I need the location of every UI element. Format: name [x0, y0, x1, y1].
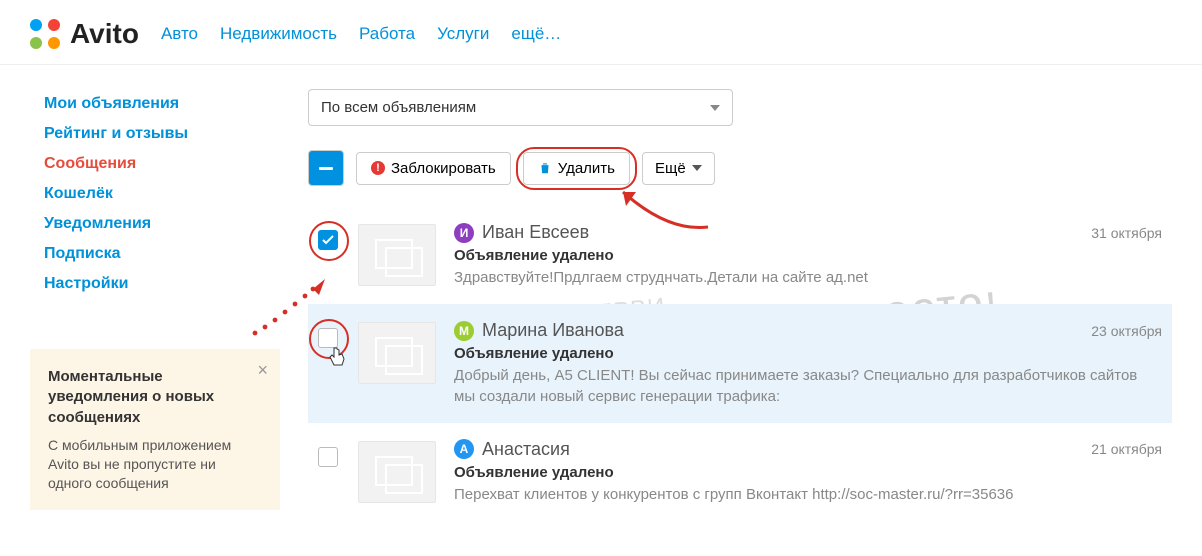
avatar: А: [454, 439, 474, 459]
message-checkbox-wrap: [318, 328, 340, 350]
message-checkbox-wrap: [318, 447, 340, 469]
message-thumbnail: [358, 322, 436, 384]
message-preview: Здравствуйте!Прдлгаем струднчать.Детали …: [454, 268, 1162, 288]
sidebar: Мои объявления Рейтинг и отзывы Сообщени…: [30, 89, 280, 521]
message-thumbnail: [358, 224, 436, 286]
message-row[interactable]: А Анастасия 21 октября Объявление удален…: [308, 423, 1172, 521]
container: СЕРВИ ИЕНТЫ - ЭТО ПРОСТО! service-a5clie…: [0, 65, 1202, 545]
minus-icon: [319, 167, 333, 170]
logo-text: Avito: [70, 18, 139, 50]
more-button[interactable]: Ещё: [642, 152, 715, 185]
top-nav: Авто Недвижимость Работа Услуги ещё…: [161, 24, 561, 44]
delete-button[interactable]: Удалить: [523, 152, 630, 185]
sidebar-item-notifications[interactable]: Уведомления: [30, 209, 280, 239]
chevron-down-icon: [710, 105, 720, 111]
sidebar-item-subscription[interactable]: Подписка: [30, 239, 280, 269]
select-all-checkbox[interactable]: [308, 150, 344, 186]
message-list: И Иван Евсеев 31 октября Объявление удал…: [308, 206, 1172, 521]
message-subject: Объявление удалено: [454, 247, 1162, 264]
sidebar-item-rating[interactable]: Рейтинг и отзывы: [30, 119, 280, 149]
trash-icon: [538, 161, 552, 175]
block-button[interactable]: ! Заблокировать: [356, 152, 511, 185]
message-thumbnail: [358, 441, 436, 503]
message-date: 21 октября: [1071, 441, 1162, 457]
nav-services[interactable]: Услуги: [437, 24, 489, 44]
message-checkbox-wrap: [318, 230, 340, 252]
promo-text: С мобильным приложением Avito вы не проп…: [48, 436, 262, 493]
filter-dropdown[interactable]: По всем объявлениям: [308, 89, 733, 126]
message-checkbox[interactable]: [318, 447, 338, 467]
side-nav: Мои объявления Рейтинг и отзывы Сообщени…: [30, 89, 280, 299]
nav-more[interactable]: ещё…: [511, 24, 561, 44]
message-date: 31 октября: [1071, 225, 1162, 241]
message-sender: Анастасия: [482, 439, 570, 460]
sidebar-item-my-ads[interactable]: Мои объявления: [30, 89, 280, 119]
promo-box: × Моментальные уведомления о новых сообщ…: [30, 349, 280, 510]
message-body: И Иван Евсеев 31 октября Объявление удал…: [454, 222, 1162, 288]
nav-jobs[interactable]: Работа: [359, 24, 415, 44]
block-icon: !: [371, 161, 385, 175]
message-sender: Иван Евсеев: [482, 222, 589, 243]
nav-auto[interactable]: Авто: [161, 24, 198, 44]
message-checkbox[interactable]: [318, 230, 338, 250]
message-preview: Добрый день, A5 CLIENT! Вы сейчас приним…: [454, 366, 1162, 407]
filter-selected-label: По всем объявлениям: [321, 99, 476, 116]
message-body: А Анастасия 21 октября Объявление удален…: [454, 439, 1162, 505]
avatar: И: [454, 223, 474, 243]
chevron-down-icon: [692, 165, 702, 171]
avatar: М: [454, 321, 474, 341]
message-checkbox[interactable]: [318, 328, 338, 348]
promo-close-button[interactable]: ×: [257, 361, 268, 379]
message-date: 23 октября: [1071, 323, 1162, 339]
cursor-icon: [328, 346, 346, 373]
promo-title: Моментальные уведомления о новых сообщен…: [48, 367, 262, 428]
header: Avito Авто Недвижимость Работа Услуги ещ…: [0, 0, 1202, 65]
logo[interactable]: Avito: [30, 18, 139, 50]
nav-realty[interactable]: Недвижимость: [220, 24, 337, 44]
message-subject: Объявление удалено: [454, 464, 1162, 481]
action-bar: ! Заблокировать Удалить Ещё: [308, 150, 1172, 186]
logo-icon: [30, 19, 60, 49]
sidebar-item-messages[interactable]: Сообщения: [30, 149, 280, 179]
message-subject: Объявление удалено: [454, 345, 1162, 362]
message-sender: Марина Иванова: [482, 320, 624, 341]
message-row[interactable]: М Марина Иванова 23 октября Объявление у…: [308, 304, 1172, 423]
message-preview: Перехват клиентов у конкурентов с групп …: [454, 485, 1162, 505]
sidebar-item-settings[interactable]: Настройки: [30, 269, 280, 299]
main: По всем объявлениям ! Заблокировать Удал…: [308, 89, 1172, 521]
sidebar-item-wallet[interactable]: Кошелёк: [30, 179, 280, 209]
message-body: М Марина Иванова 23 октября Объявление у…: [454, 320, 1162, 407]
message-row[interactable]: И Иван Евсеев 31 октября Объявление удал…: [308, 206, 1172, 304]
